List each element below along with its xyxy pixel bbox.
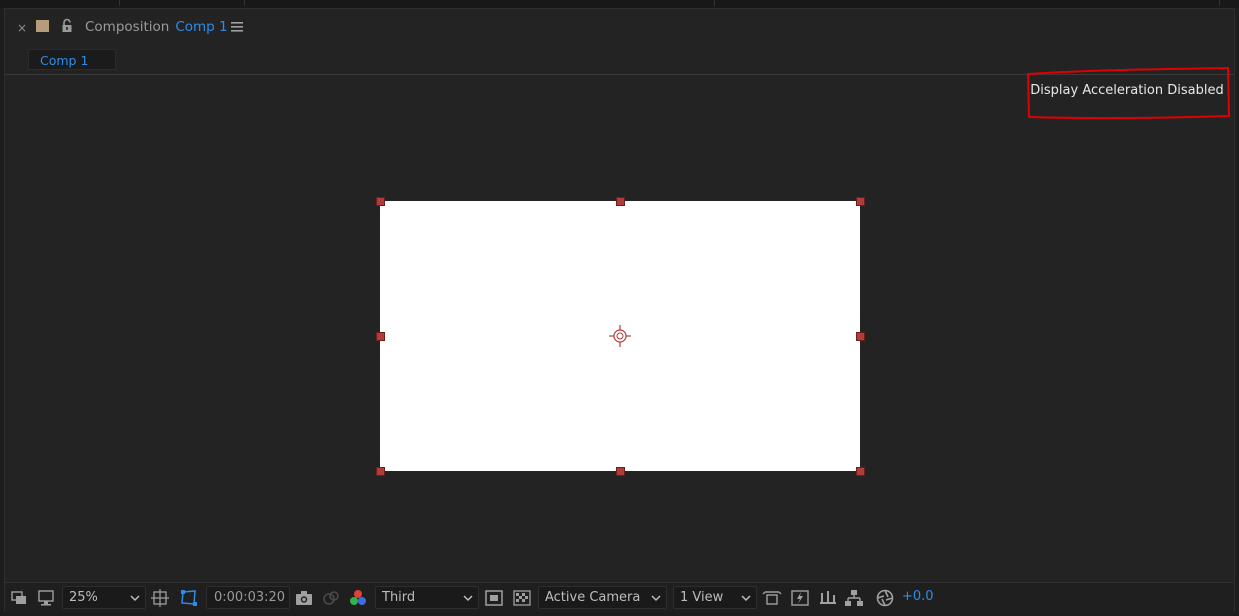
transform-handle-bottom-right[interactable] <box>856 467 865 476</box>
show-snapshot-icon[interactable] <box>321 588 341 608</box>
toggle-pixel-aspect-icon[interactable] <box>762 588 782 608</box>
transform-handle-top-left[interactable] <box>376 197 385 206</box>
view-layout-value: 1 View <box>680 590 724 605</box>
viewer-toolbar: 25% 0:00:03:20 Third Active Camera 1 Vie… <box>5 582 1234 612</box>
top-strip-segment <box>715 0 1220 6</box>
monitor-icon[interactable] <box>36 588 56 608</box>
transform-handle-bottom-left[interactable] <box>376 467 385 476</box>
timeline-icon[interactable] <box>818 588 838 608</box>
transform-handle-bottom-center[interactable] <box>616 467 625 476</box>
transparency-grid-icon[interactable] <box>512 588 532 608</box>
top-strip-segment <box>120 0 245 6</box>
transform-handle-top-right[interactable] <box>856 197 865 206</box>
red-annotation-outline <box>1026 66 1231 120</box>
grid-guides-icon[interactable] <box>150 588 170 608</box>
panel-title-label: Composition <box>85 19 170 35</box>
always-preview-icon[interactable] <box>10 588 30 608</box>
magnification-value: 25% <box>69 590 98 605</box>
reset-exposure-icon[interactable] <box>875 588 895 608</box>
camera-view-value: Active Camera <box>545 590 641 605</box>
flowchart-icon[interactable] <box>844 588 864 608</box>
mask-path-visibility-icon[interactable] <box>179 588 199 608</box>
label-color-swatch[interactable] <box>36 20 49 32</box>
panel-title: Composition Comp 1 <box>85 19 228 35</box>
chevron-down-icon <box>741 595 751 602</box>
camera-view-dropdown[interactable]: Active Camera <box>538 586 667 609</box>
transform-handle-middle-right[interactable] <box>856 332 865 341</box>
magnification-dropdown[interactable]: 25% <box>62 586 146 609</box>
snapshot-camera-icon[interactable] <box>294 588 314 608</box>
chevron-down-icon <box>130 595 140 602</box>
region-of-interest-icon[interactable] <box>484 588 504 608</box>
resolution-dropdown[interactable]: Third <box>375 586 479 609</box>
current-time-display[interactable]: 0:00:03:20 <box>206 586 290 609</box>
tab-comp-1[interactable]: Comp 1 <box>28 49 116 70</box>
transform-handle-middle-left[interactable] <box>376 332 385 341</box>
hamburger-menu-icon[interactable] <box>230 20 244 34</box>
resolution-value: Third <box>382 590 416 605</box>
transform-handle-top-center[interactable] <box>616 197 625 206</box>
fast-previews-icon[interactable] <box>790 588 810 608</box>
top-strip-segment <box>245 0 715 6</box>
top-panel-strip <box>0 0 1239 8</box>
exposure-value[interactable]: +0.0 <box>902 589 934 604</box>
after-effects-composition-panel: × Composition Comp 1 Comp 1 Display Accel… <box>0 0 1239 616</box>
panel-header: × Composition Comp 1 <box>5 14 1234 42</box>
color-channels-icon[interactable] <box>348 588 368 608</box>
composition-name[interactable]: Comp 1 <box>175 19 227 35</box>
top-strip-segment <box>0 0 120 6</box>
anchor-point-icon[interactable] <box>609 325 631 347</box>
view-layout-dropdown[interactable]: 1 View <box>673 586 757 609</box>
close-icon[interactable]: × <box>17 21 27 35</box>
chevron-down-icon <box>651 595 661 602</box>
chevron-down-icon <box>463 595 473 602</box>
lock-icon[interactable] <box>60 18 74 34</box>
